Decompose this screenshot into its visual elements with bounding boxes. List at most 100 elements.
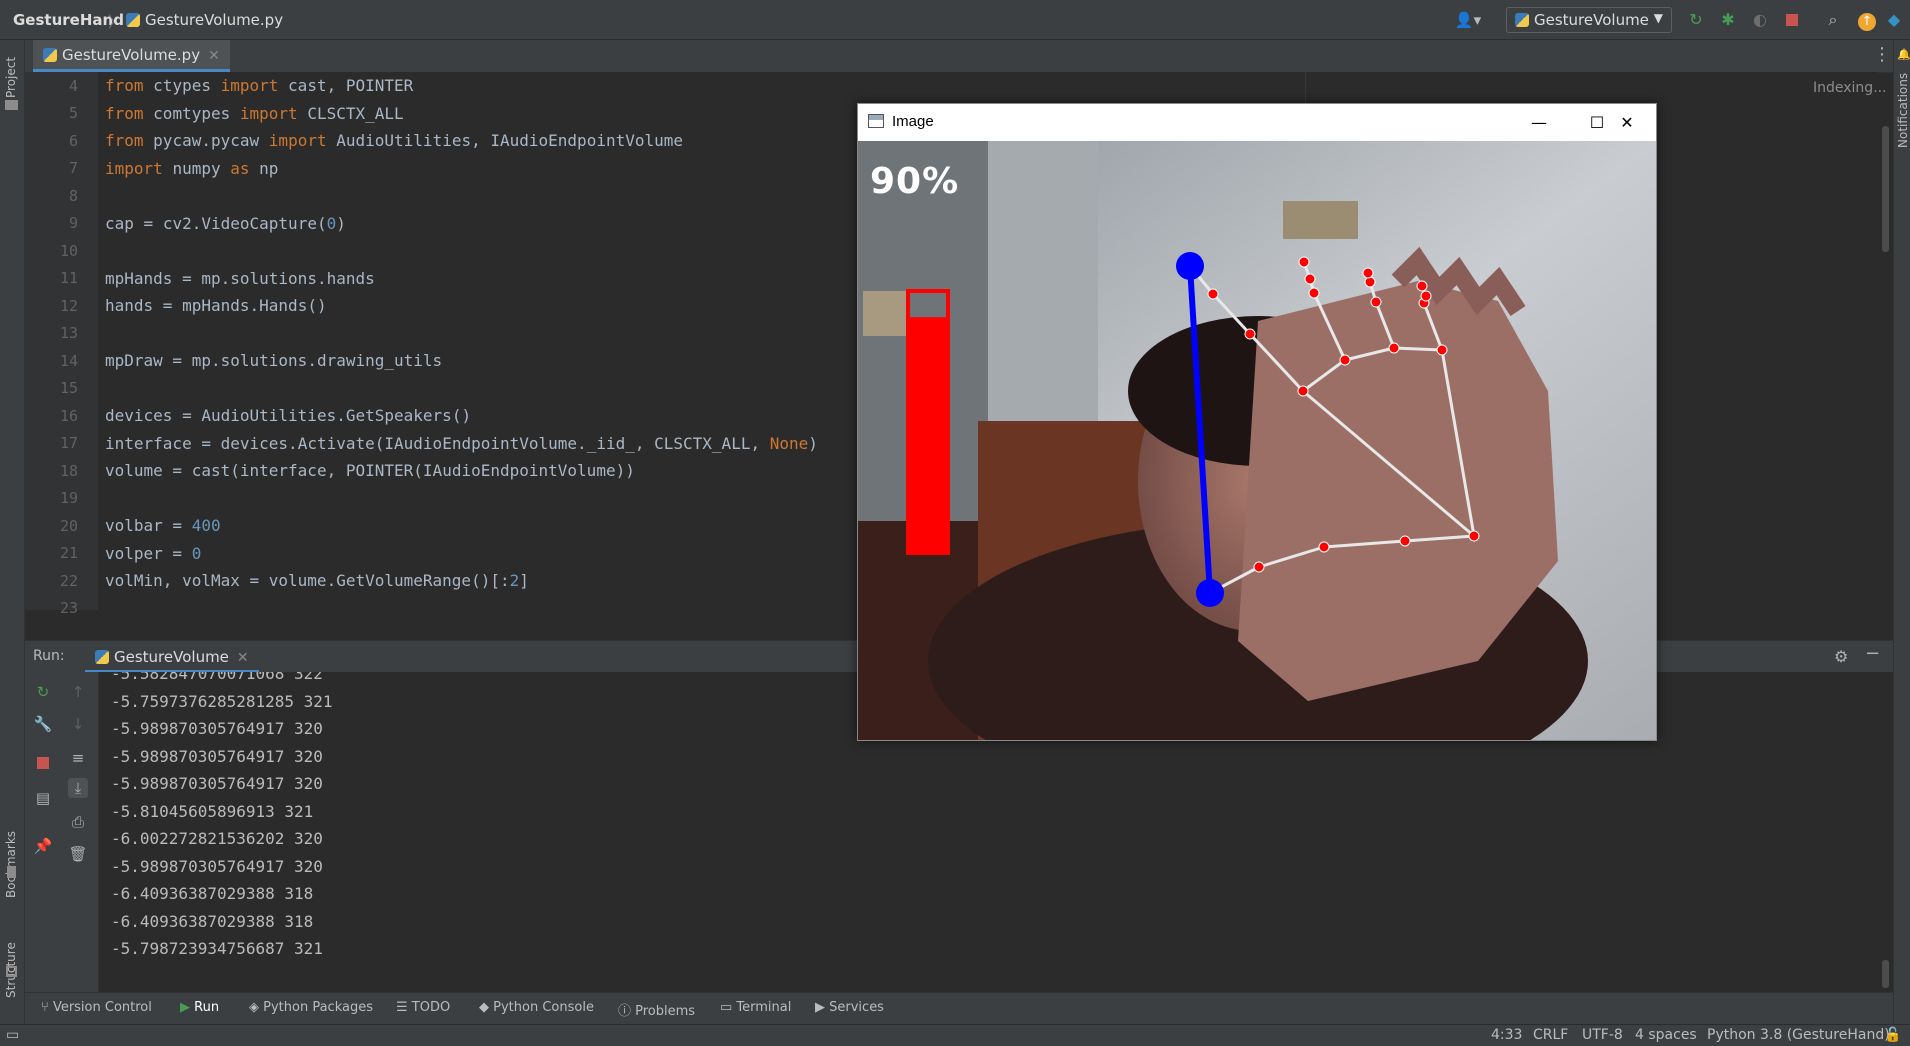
- bookmarks-tool-button[interactable]: Bookmarks: [4, 831, 18, 898]
- minimize-panel-icon[interactable]: −: [1865, 643, 1880, 664]
- status-bar: ▭ 4:33 CRLF UTF-8 4 spaces Python 3.8 (G…: [0, 1024, 1910, 1046]
- notifications-tool-button[interactable]: Notifications: [1896, 73, 1910, 148]
- status-line-separator[interactable]: CRLF: [1533, 1027, 1568, 1043]
- tab-problems[interactable]: ⓘ Problems: [618, 1000, 695, 1019]
- landmark-point: [1298, 256, 1310, 268]
- console-line: -5.7597376285281285 321: [111, 691, 333, 711]
- rerun-icon[interactable]: ↻: [33, 682, 53, 702]
- scroll-to-end-icon[interactable]: ⤓: [68, 778, 88, 798]
- tab-python-console[interactable]: ◆ Python Console: [479, 1000, 594, 1015]
- console-line: -5.989870305764917 320: [111, 856, 323, 876]
- wrench-icon[interactable]: 🔧: [33, 714, 53, 734]
- more-options-icon[interactable]: ⋮: [1873, 44, 1891, 65]
- code-line: devices = AudioUtilities.GetSpeakers(): [105, 406, 472, 425]
- python-file-icon: [43, 48, 57, 62]
- code-line: mpHands = mp.solutions.hands: [105, 268, 375, 288]
- line-number: 14: [59, 352, 78, 370]
- line-number: 4: [68, 77, 78, 95]
- code-line: from pycaw.pycaw import AudioUtilities, …: [105, 131, 684, 150]
- line-number-gutter: 4 5 6 7 8 9 10 11 12 13 14 15 16 17 18 1…: [25, 72, 98, 617]
- python-icon: [95, 650, 109, 664]
- opencv-image-window[interactable]: Image — ☐ ✕ 90%: [857, 103, 1657, 741]
- pin-icon[interactable]: 📌: [33, 836, 53, 856]
- arrow-down-icon[interactable]: ↓: [68, 714, 88, 734]
- code-line: from ctypes import cast, POINTER: [105, 76, 414, 95]
- run-tab-gesturevolume[interactable]: GestureVolume ✕: [85, 641, 259, 673]
- status-indent[interactable]: 4 spaces: [1635, 1027, 1697, 1043]
- structure-icon: [6, 966, 17, 977]
- console-line: -5.582847070071068 322: [111, 672, 323, 683]
- debug-icon[interactable]: ✱: [1718, 10, 1738, 30]
- jetbrains-icon[interactable]: ◆: [1885, 10, 1903, 30]
- tab-terminal[interactable]: ▭ Terminal: [720, 1000, 791, 1015]
- window-title-bar[interactable]: Image — ☐ ✕: [858, 104, 1656, 141]
- window-app-icon: [868, 114, 884, 128]
- code-line: cap = cv2.VideoCapture(0): [105, 213, 346, 233]
- status-caret-position[interactable]: 4:33: [1491, 1027, 1522, 1043]
- console-line: -5.989870305764917 320: [111, 774, 323, 793]
- line-number: 23: [59, 599, 78, 617]
- bookmark-icon: [7, 866, 16, 878]
- stop-icon[interactable]: [1782, 10, 1802, 30]
- landmark-point: [1339, 354, 1351, 366]
- line-number: 8: [68, 187, 78, 205]
- breadcrumb-file[interactable]: GestureVolume.py: [126, 11, 283, 29]
- right-tool-strip: Notifications 🔔: [1893, 40, 1910, 1024]
- close-icon[interactable]: ✕: [237, 650, 249, 666]
- python-icon: [1515, 13, 1529, 27]
- line-number: 19: [59, 489, 78, 507]
- tab-run[interactable]: ▶ Run: [180, 1000, 219, 1015]
- line-number: 22: [59, 572, 78, 590]
- line-number: 18: [59, 462, 78, 480]
- code-line: mpDraw = mp.solutions.drawing_utils: [105, 351, 443, 370]
- run-configuration-select[interactable]: GestureVolume ▼: [1506, 7, 1672, 33]
- window-title: Image: [892, 113, 934, 130]
- line-number: 16: [59, 407, 78, 425]
- user-icon[interactable]: 👤▾: [1451, 10, 1485, 30]
- lock-icon[interactable]: 🔓: [1884, 1027, 1901, 1043]
- line-number: 7: [68, 159, 78, 177]
- thumb-tip-marker: [1196, 579, 1224, 607]
- rerun-icon[interactable]: ↻: [1686, 10, 1706, 30]
- tab-python-packages[interactable]: ◈ Python Packages: [249, 1000, 373, 1015]
- editor-scrollbar[interactable]: [1882, 126, 1889, 252]
- tab-todo[interactable]: ☰ TODO: [396, 1000, 450, 1015]
- console-line: -6.40936387029388 318: [111, 884, 314, 903]
- volume-percentage: 90%: [870, 161, 960, 202]
- volume-bar-fill: [908, 317, 948, 553]
- layout-icon[interactable]: ▤: [33, 788, 53, 808]
- coverage-icon[interactable]: ◐: [1750, 10, 1770, 30]
- layout-toggle-icon[interactable]: ▭: [6, 1027, 19, 1043]
- webcam-scene: [858, 141, 1656, 740]
- tab-version-control[interactable]: ⑂ Version Control: [41, 1000, 152, 1015]
- status-interpreter[interactable]: Python 3.8 (GestureHand): [1707, 1027, 1890, 1043]
- soft-wrap-icon[interactable]: ≡: [68, 748, 88, 768]
- close-icon[interactable]: ✕: [208, 48, 220, 64]
- breadcrumb-file-label: GestureVolume.py: [145, 11, 284, 29]
- tab-gesturevolume-py[interactable]: GestureVolume.py ✕: [33, 40, 230, 72]
- update-icon[interactable]: ↑: [1857, 10, 1877, 31]
- landmark-point: [1416, 280, 1428, 292]
- run-toolbar-primary: ↻ 🔧 ▤ 📌: [25, 672, 60, 992]
- close-window-button[interactable]: ✕: [1598, 104, 1656, 141]
- minimize-button[interactable]: —: [1510, 104, 1568, 141]
- stop-icon[interactable]: [33, 754, 53, 774]
- trash-icon[interactable]: 🗑: [68, 844, 88, 864]
- run-toolbar-secondary: ↑ ↓ ≡ ⤓ ⎙ 🗑: [60, 672, 99, 992]
- gear-icon[interactable]: ⚙: [1834, 647, 1848, 666]
- print-icon[interactable]: ⎙: [68, 812, 88, 832]
- arrow-up-icon[interactable]: ↑: [68, 682, 88, 702]
- run-tab-label: GestureVolume: [114, 648, 229, 666]
- status-encoding[interactable]: UTF-8: [1582, 1027, 1623, 1043]
- landmark-point: [1468, 530, 1480, 542]
- code-line: interface = devices.Activate(IAudioEndpo…: [105, 433, 818, 453]
- code-line: volper = 0: [105, 543, 202, 563]
- project-tool-button[interactable]: Project: [4, 57, 18, 98]
- landmark-point: [1304, 273, 1316, 285]
- console-scrollbar[interactable]: [1882, 960, 1889, 988]
- code-line: hands = mpHands.Hands(): [105, 296, 327, 315]
- landmark-point: [1399, 535, 1411, 547]
- line-number: 9: [68, 214, 78, 232]
- tab-services[interactable]: ▶ Services: [815, 1000, 884, 1015]
- search-icon[interactable]: ⌕: [1823, 10, 1843, 30]
